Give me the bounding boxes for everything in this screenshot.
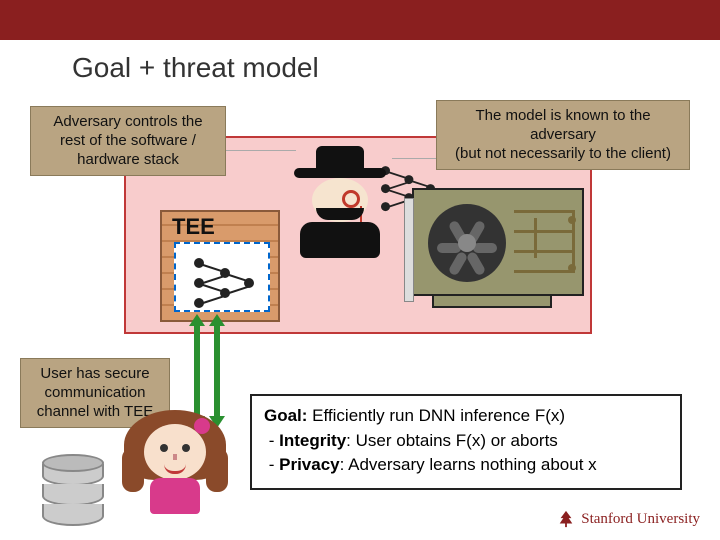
privacy-rest: : Adversary learns nothing about x <box>340 455 597 474</box>
integrity-label: Integrity <box>279 431 346 450</box>
user-icon <box>120 400 230 530</box>
gpu-connector <box>432 296 552 308</box>
adversary-icon <box>290 146 390 260</box>
title-bar <box>0 0 720 40</box>
goal-heading: Goal: <box>264 406 307 425</box>
model-known-label: The model is known to the adversary (but… <box>436 100 690 170</box>
goal-box: Goal: Efficiently run DNN inference F(x)… <box>250 394 682 490</box>
gpu-bracket <box>404 198 414 302</box>
neural-net-icon <box>194 254 254 304</box>
database-icon <box>42 454 104 532</box>
fan-icon <box>428 204 506 282</box>
goal-heading-rest: Efficiently run DNN inference F(x) <box>307 406 565 425</box>
integrity-rest: : User obtains F(x) or aborts <box>346 431 558 450</box>
tree-icon <box>557 510 575 528</box>
footer-org: Stanford University <box>581 511 700 528</box>
tee-enclave: TEE <box>160 210 280 322</box>
goal-line-3: - Privacy: Adversary learns nothing abou… <box>264 453 668 478</box>
slide-title: Goal + threat model <box>72 52 319 84</box>
adversary-label: Adversary controls the rest of the softw… <box>30 106 226 176</box>
tee-inner <box>174 242 270 312</box>
goal-line-2: - Integrity: User obtains F(x) or aborts <box>264 429 668 454</box>
goal-line-1: Goal: Efficiently run DNN inference F(x) <box>264 404 668 429</box>
gpu-icon <box>412 188 584 296</box>
privacy-label: Privacy <box>279 455 340 474</box>
footer-logo: Stanford University <box>557 510 700 528</box>
tee-label: TEE <box>172 214 215 240</box>
